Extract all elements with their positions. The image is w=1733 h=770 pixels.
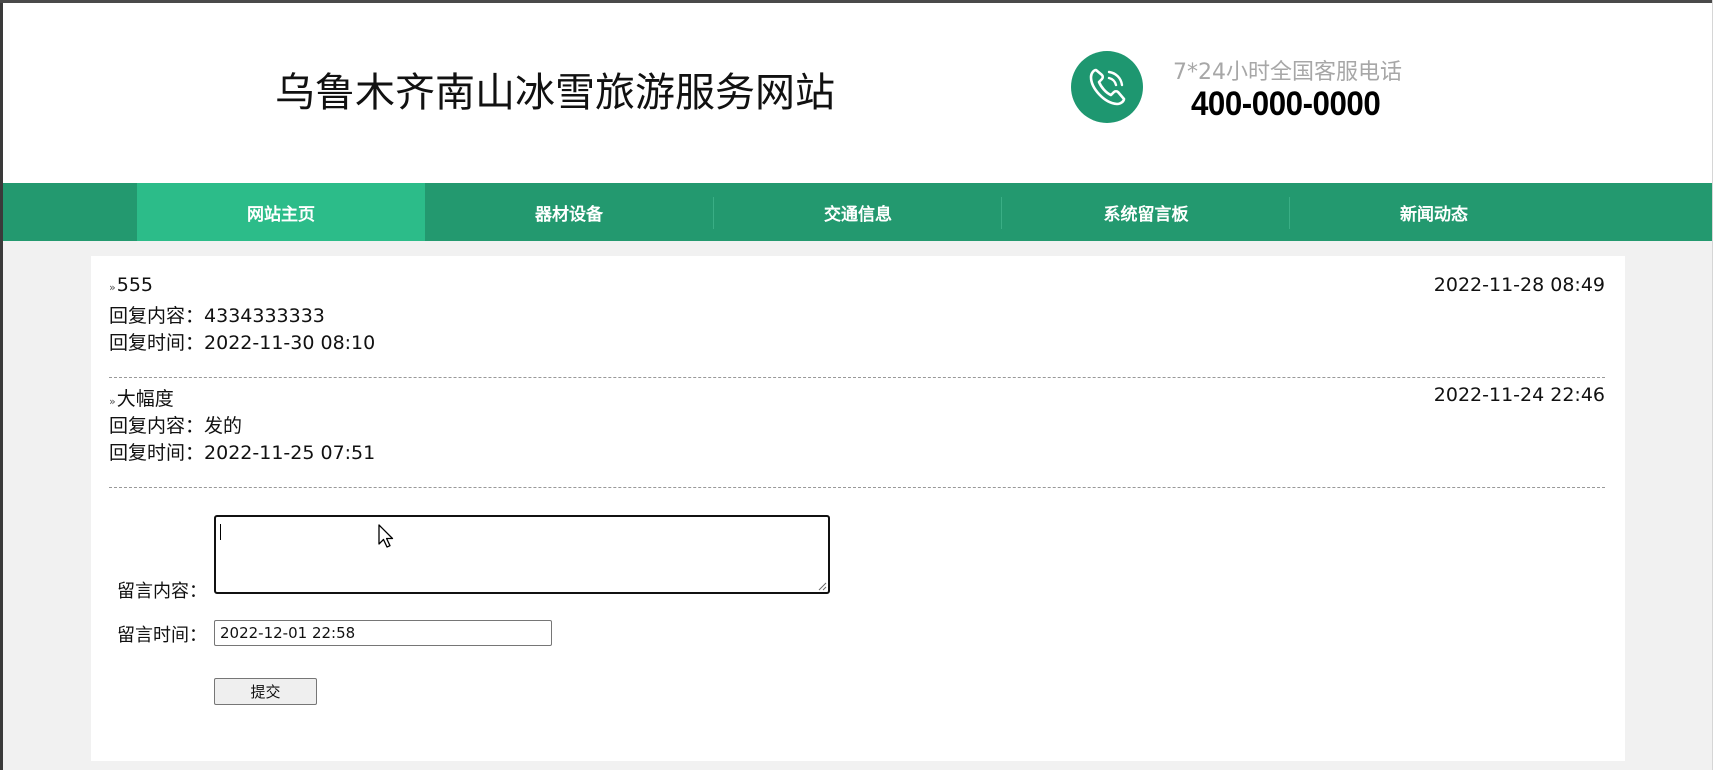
divider	[109, 487, 1605, 488]
guestbook-panel: »555 2022-11-28 08:49 回复内容：4334333333 回复…	[91, 256, 1625, 761]
reply-time: 2022-11-25 07:51	[204, 442, 376, 464]
list-item: »大幅度 2022-11-24 22:46 回复内容：发的 回复时间：2022-…	[109, 384, 1605, 464]
reply-time-row: 回复时间：2022-11-30 08:10	[109, 328, 375, 355]
message-date: 2022-11-24 22:46	[1433, 384, 1605, 406]
text-caret	[220, 524, 221, 540]
nav-item-guestbook[interactable]: 系统留言板	[1002, 183, 1290, 241]
scrollbar-area[interactable]	[1712, 0, 1733, 770]
message-date: 2022-11-28 08:49	[1433, 274, 1605, 296]
reply-content-row: 回复内容：4334333333	[109, 301, 325, 328]
message-time-input[interactable]: 2022-12-01 22:58	[214, 620, 552, 646]
message-title-text: 大幅度	[116, 388, 174, 410]
resize-grip-icon[interactable]	[817, 581, 827, 591]
reply-content-label: 回复内容：	[109, 305, 205, 327]
mouse-pointer-icon	[378, 524, 394, 548]
nav-item-home[interactable]: 网站主页	[137, 183, 425, 241]
submit-button[interactable]: 提交	[214, 678, 317, 705]
content-label: 留言内容：	[117, 581, 207, 602]
reply-time-row: 回复时间：2022-11-25 07:51	[109, 438, 375, 465]
divider	[109, 377, 1605, 378]
message-title: »555	[109, 274, 153, 296]
main-nav: 网站主页 器材设备 交通信息 系统留言板 新闻动态	[3, 183, 1712, 241]
message-title-text: 555	[116, 274, 153, 296]
list-item: »555 2022-11-28 08:49 回复内容：4334333333 回复…	[109, 274, 1605, 354]
hotline-number: 400-000-0000	[1191, 85, 1381, 123]
reply-content-label: 回复内容：	[109, 415, 205, 437]
reply-time-label: 回复时间：	[109, 442, 205, 464]
time-label: 留言时间：	[117, 625, 207, 646]
reply-content-row: 回复内容：发的	[109, 411, 242, 438]
message-content-textarea[interactable]	[214, 515, 830, 594]
hotline-label: 7*24小时全国客服电话	[1173, 60, 1402, 85]
site-title: 乌鲁木齐南山冰雪旅游服务网站	[275, 70, 835, 116]
bullet-icon: »	[109, 395, 116, 408]
site-header: 乌鲁木齐南山冰雪旅游服务网站 7*24小时全国客服电话 400-000-0000	[3, 3, 1712, 183]
reply-time: 2022-11-30 08:10	[204, 332, 376, 354]
message-title: »大幅度	[109, 384, 174, 411]
phone-icon	[1071, 51, 1143, 123]
reply-content: 发的	[204, 415, 243, 437]
nav-item-equipment[interactable]: 器材设备	[425, 183, 713, 241]
bullet-icon: »	[109, 281, 116, 294]
nav-item-news[interactable]: 新闻动态	[1290, 183, 1578, 241]
reply-time-label: 回复时间：	[109, 332, 205, 354]
nav-item-traffic[interactable]: 交通信息	[714, 183, 1002, 241]
reply-content: 4334333333	[204, 305, 325, 327]
